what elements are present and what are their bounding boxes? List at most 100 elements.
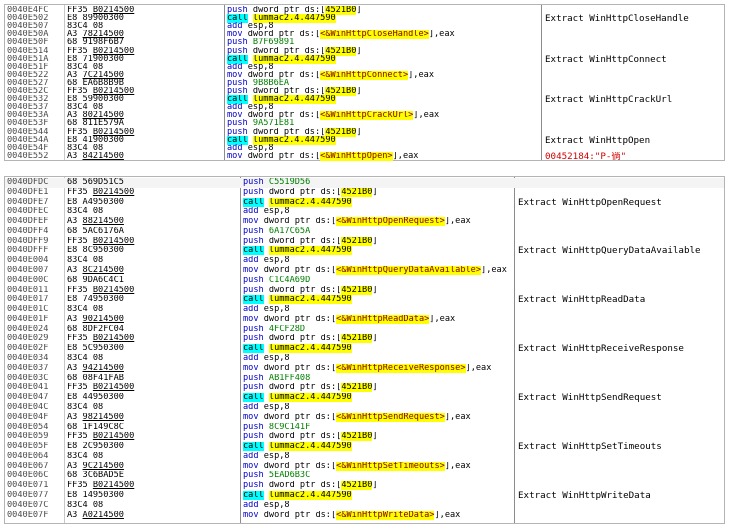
disasm-row[interactable]: 0040E07F A3 A0214500 mov dword ptr ds:[<&W… (5, 510, 724, 521)
disasm-row[interactable]: 0040E034 83C4 08 add esp,8 (5, 354, 724, 364)
address: 0040E06C (7, 471, 49, 481)
instruction: call lummac2.4.447590 (243, 393, 510, 403)
disasm-row[interactable]: 0040DFDC 68 569D51C5 push C5519D56 (5, 178, 724, 188)
disasm-row[interactable]: 0040DFEC 83C4 08 add esp,8 (5, 207, 724, 217)
address: 0040E552 (7, 151, 49, 161)
mnemonic: add (243, 451, 259, 461)
operand: dword ptr ds:[ (247, 151, 321, 161)
instruction: push dword ptr ds:[4521B0] (243, 187, 510, 198)
disasm-row[interactable]: 0040E01F A3 90214500 mov dword ptr ds:[<&W… (5, 314, 724, 325)
disasm-row[interactable]: 0040DFEF A3 88214500 mov dword ptr ds:[<&W… (5, 217, 724, 227)
address: 0040E07F (7, 510, 49, 520)
opcode-bytes: A3 90214500 (67, 314, 124, 324)
disasm-row[interactable]: 0040E02F E8 5C950300 call lummac2.4.447590… (5, 344, 724, 354)
operand: dword ptr ds:[ (263, 314, 337, 324)
address: 0040E047 (7, 393, 49, 403)
target-ref: 4521B0 (341, 481, 373, 491)
disasm-row[interactable]: 0040E059 FF35 B0214500 push dword ptr ds:[… (5, 432, 724, 442)
target-ref: lummac2.4.447590 (268, 246, 352, 256)
opcode-bytes: 68 08F41FAB (67, 373, 124, 383)
opcode-bytes: A3 98214500 (67, 412, 124, 422)
disassembly-panel-bottom[interactable]: 0040DFDC 68 569D51C5 push C5519D56 0040DFE1… (4, 176, 725, 524)
disasm-row[interactable]: 0040E03C 68 08F41FAB push AB1FF408 (5, 374, 724, 384)
instruction: push C1C4A69D (243, 276, 510, 286)
opcode-bytes: FF35 B0214500 (67, 481, 135, 491)
address: 0040E011 (7, 285, 49, 295)
disasm-row[interactable]: 0040DFFF E8 8C950300 call lummac2.4.447590… (5, 246, 724, 256)
disasm-row[interactable]: 0040E04C 83C4 08 add esp,8 (5, 403, 724, 413)
disasm-row[interactable]: 0040E071 FF35 B0214500 push dword ptr ds:[… (5, 481, 724, 491)
opcode-bytes: A3 8C214500 (67, 266, 124, 276)
operand: dword ptr ds:[ (263, 412, 337, 422)
opcode-bytes: 83C4 08 (67, 256, 104, 266)
instruction: call lummac2.4.447590 (243, 344, 510, 354)
address: 0040E05F (7, 442, 49, 452)
disasm-row[interactable]: 0040E05F E8 2C950300 call lummac2.4.447590… (5, 442, 724, 452)
target-ref: 4521B0 (341, 285, 373, 295)
disasm-row[interactable]: 0040DFF4 68 5AC6176A push 6A17C65A (5, 227, 724, 237)
comment: Extract WinHttpReceiveResponse (518, 344, 684, 355)
disasm-row[interactable]: 0040E04F A3 98214500 mov dword ptr ds:[<&W… (5, 412, 724, 423)
disassembly-panel-top[interactable]: 0040E4FC FF35 B0214500 push dword ptr ds:[… (4, 4, 725, 161)
mnemonic: push (243, 187, 264, 197)
instruction: call lummac2.4.447590 (243, 442, 510, 452)
opcode-bytes: 83C4 08 (67, 402, 104, 412)
operand: ] (372, 334, 378, 344)
operand: dword ptr ds:[ (268, 187, 342, 197)
disasm-row[interactable]: 0040E552 A3 84214500 mov dword ptr ds:[<&W… (5, 151, 724, 162)
comment: Extract WinHttpSetTimeouts (518, 442, 662, 452)
instruction: add esp,8 (243, 354, 510, 364)
mnemonic: add (243, 207, 259, 217)
disasm-row[interactable]: 0040E004 83C4 08 add esp,8 (5, 256, 724, 266)
address: 0040E077 (7, 490, 49, 500)
disasm-row[interactable]: 0040DFE1 FF35 B0214500 push dword ptr ds:[… (5, 187, 724, 198)
operand: ],eax (429, 314, 456, 324)
disasm-row[interactable]: 0040E017 E8 74950300 call lummac2.4.447590… (5, 295, 724, 305)
mnemonic: add (243, 500, 259, 510)
address: 0040E041 (7, 383, 49, 393)
operand: C1C4A69D (268, 275, 311, 285)
address: 0040E034 (7, 354, 49, 364)
disasm-row[interactable]: 0040E054 68 1F149C8C push 8C9C141F (5, 423, 724, 433)
mnemonic: mov (243, 363, 259, 373)
operand: dword ptr ds:[ (263, 510, 337, 520)
opcode-bytes: E8 74950300 (67, 295, 124, 305)
mnemonic: mov (243, 217, 259, 227)
disasm-row[interactable]: 0040DFE7 E8 A4950300 call lummac2.4.447590… (5, 197, 724, 208)
target-ref: 4521B0 (341, 432, 373, 442)
disasm-row[interactable]: 0040E029 FF35 B0214500 push dword ptr ds:[… (5, 334, 724, 344)
address: 0040E064 (7, 451, 49, 461)
disasm-row[interactable]: 0040E024 68 8DF2FC04 push 4FCF28D (5, 325, 724, 335)
instruction: push AB1FF408 (243, 374, 510, 384)
disasm-row[interactable]: 0040E00C 68 9DA6C4C1 push C1C4A69D (5, 276, 724, 286)
disasm-row[interactable]: 0040DFF9 FF35 B0214500 push dword ptr ds:[… (5, 236, 724, 247)
instruction: add esp,8 (243, 305, 510, 315)
target-ref: 4521B0 (341, 236, 373, 246)
disasm-row[interactable]: 0040E041 FF35 B0214500 push dword ptr ds:[… (5, 383, 724, 393)
opcode-bytes: 83C4 08 (67, 305, 104, 315)
operand: ],eax (481, 266, 507, 276)
disasm-row[interactable]: 0040E077 E8 14950300 call lummac2.4.447590… (5, 490, 724, 501)
disasm-row[interactable]: 0040E067 A3 9C214500 mov dword ptr ds:[<&W… (5, 461, 724, 472)
opcode-bytes: 68 3C6BAD5E (67, 471, 124, 481)
disasm-row[interactable]: 0040E01C 83C4 08 add esp,8 (5, 305, 724, 315)
operand: dword ptr ds:[ (263, 461, 337, 471)
mnemonic: call (243, 197, 264, 207)
disasm-row[interactable]: 0040E047 E8 44950300 call lummac2.4.447590… (5, 393, 724, 403)
operand: ] (372, 236, 378, 246)
operand: 8C9C141F (268, 422, 311, 432)
disasm-row[interactable]: 0040E037 A3 94214500 mov dword ptr ds:[<&W… (5, 363, 724, 374)
disasm-row[interactable]: 0040E007 A3 8C214500 mov dword ptr ds:[<&W… (5, 266, 724, 276)
disasm-row[interactable]: 0040E06C 68 3C6BAD5E push 5EAD6B3C (5, 471, 724, 481)
mnemonic: add (243, 305, 259, 315)
disasm-row[interactable]: 0040E07C 83C4 08 add esp,8 (5, 501, 724, 511)
address: 0040E01F (7, 314, 49, 324)
disasm-row[interactable]: 0040E011 FF35 B0214500 push dword ptr ds:[… (5, 285, 724, 296)
disasm-row[interactable]: 0040E064 83C4 08 add esp,8 (5, 452, 724, 462)
address: 0040E00C (7, 275, 49, 285)
operand: 5EAD6B3C (268, 471, 311, 481)
opcode-bytes: E8 2C950300 (67, 442, 124, 452)
import-name: <&WinHttpOpen> (320, 151, 393, 161)
opcode-bytes: 68 8DF2FC04 (67, 324, 124, 334)
mnemonic: call (243, 490, 264, 500)
